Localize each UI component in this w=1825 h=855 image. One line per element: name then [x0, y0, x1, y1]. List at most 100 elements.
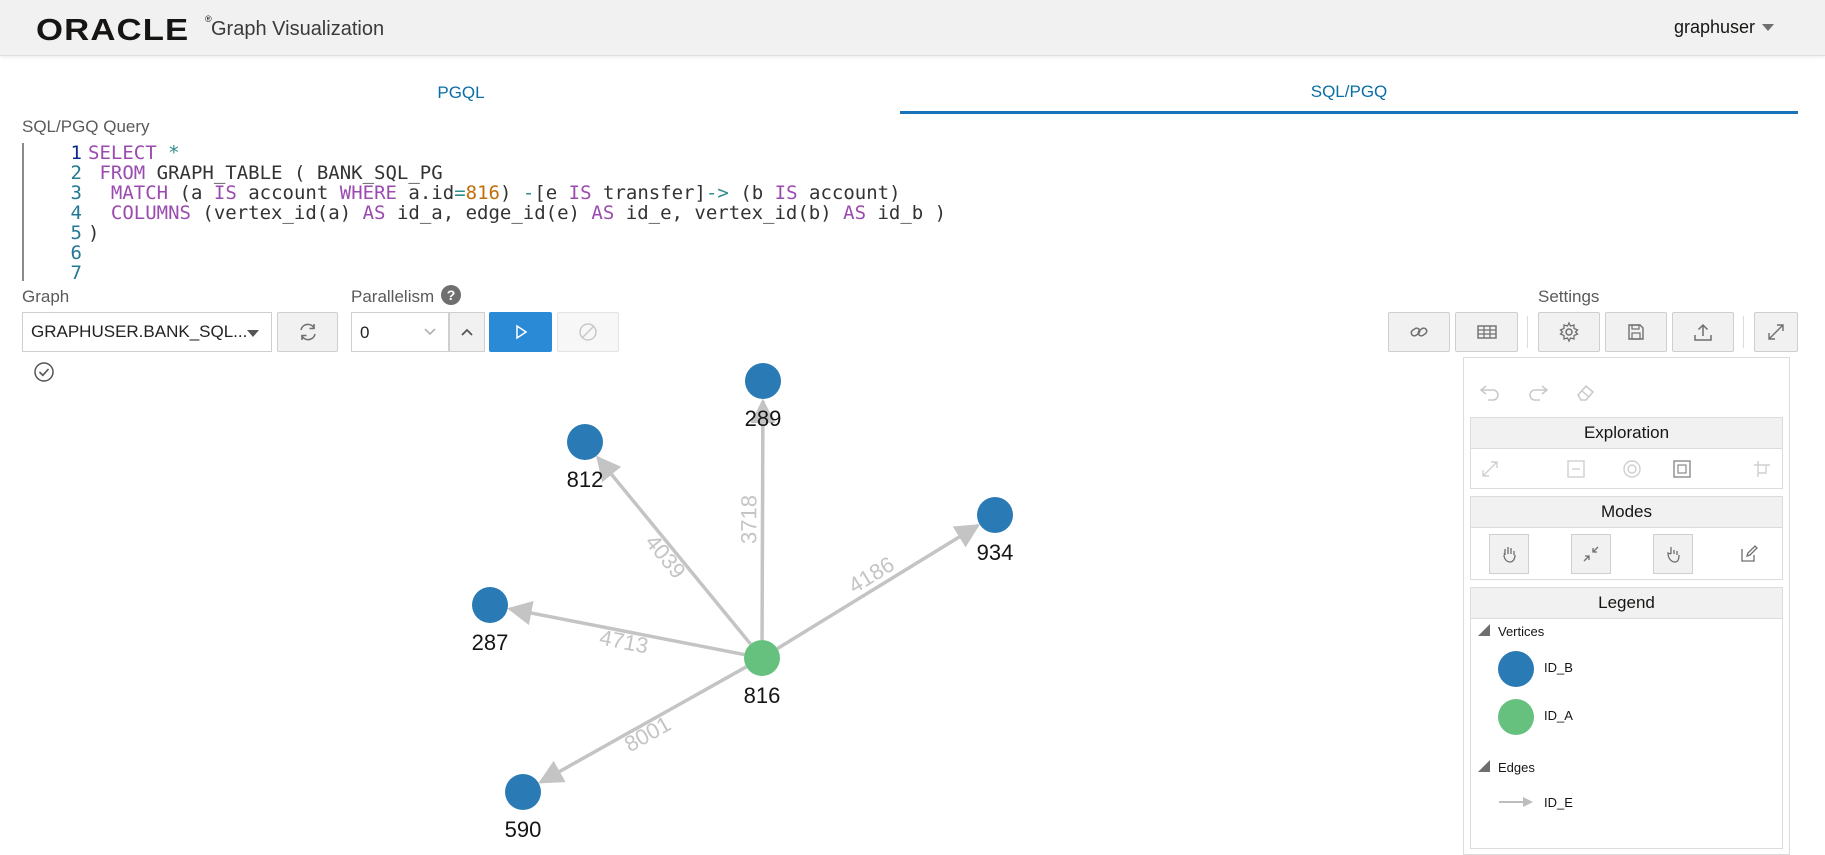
upload-icon — [1694, 323, 1712, 341]
shrink-icon — [1583, 546, 1599, 562]
edge-label: 4713 — [598, 625, 651, 659]
legend-id-e: ID_E — [1544, 795, 1573, 810]
line-number: 1 — [70, 142, 82, 164]
fullscreen-button[interactable] — [1754, 312, 1798, 352]
vertex-label: 287 — [472, 630, 509, 655]
toolbar-divider — [1743, 316, 1744, 348]
refresh-icon — [299, 323, 316, 341]
app-title: Graph Visualization — [211, 18, 385, 40]
line-number: 6 — [70, 242, 82, 264]
settings-button[interactable] — [1538, 312, 1600, 352]
play-icon — [515, 324, 527, 340]
line-number: 5 — [70, 222, 82, 244]
toolbar-divider — [1527, 316, 1528, 348]
save-button[interactable] — [1605, 312, 1667, 352]
legend-vertex-a-swatch — [1498, 699, 1534, 735]
chevron-down-icon[interactable] — [1762, 24, 1774, 31]
pan-mode-button[interactable] — [1489, 534, 1529, 574]
table-icon — [1476, 325, 1497, 339]
graph-edge[interactable] — [776, 523, 981, 651]
exploration-header[interactable]: Exploration — [1470, 417, 1783, 449]
expand-icon — [1768, 324, 1784, 340]
run-button[interactable] — [489, 312, 552, 352]
cancel-icon — [579, 323, 597, 341]
graph-edge[interactable] — [750, 398, 776, 641]
help-icon[interactable]: ? — [441, 285, 461, 305]
vertex-label: 812 — [567, 467, 604, 492]
collapse-triangle-icon[interactable] — [1478, 760, 1490, 772]
cancel-button[interactable] — [557, 312, 619, 352]
edge-label: 4039 — [640, 530, 690, 584]
redo-icon[interactable] — [1526, 382, 1550, 402]
user-menu[interactable]: graphuser — [1674, 17, 1755, 38]
undo-icon[interactable] — [1478, 382, 1502, 402]
refresh-button[interactable] — [277, 312, 338, 352]
graph-vertex[interactable] — [977, 497, 1013, 533]
chevron-down-icon — [424, 328, 436, 336]
vertex-label: 590 — [505, 817, 542, 842]
save-icon — [1628, 324, 1644, 340]
graph-vertex[interactable] — [505, 774, 541, 810]
vertex-label: 289 — [745, 406, 782, 431]
oracle-logo: ORACLE — [36, 12, 190, 47]
focus-icon[interactable] — [1621, 458, 1643, 480]
line-number: 3 — [70, 182, 82, 204]
tab-pgql[interactable]: PGQL — [22, 72, 900, 114]
settings-label: Settings — [1538, 287, 1600, 306]
graph-vertex[interactable] — [472, 587, 508, 623]
edge-label: 3718 — [736, 495, 761, 544]
app-header: ORACLE ® Graph Visualization graphuser — [0, 0, 1825, 56]
legend-body: Vertices ID_B ID_A Edges ID_E — [1470, 619, 1783, 849]
vertex-label: 934 — [977, 540, 1014, 565]
query-editor[interactable]: 1 SELECT * 2 FROM GRAPH_TABLE ( BANK_SQL_… — [22, 142, 1798, 284]
side-panel: Exploration Modes Legend Vertices ID_B I… — [1463, 357, 1790, 855]
eraser-icon[interactable] — [1574, 382, 1598, 402]
legend-id-b: ID_B — [1544, 660, 1573, 675]
parallelism-input[interactable]: 0 — [351, 312, 413, 352]
decrement-button[interactable] — [412, 312, 449, 352]
legend-id-a: ID_A — [1544, 708, 1573, 723]
edge-label: 8001 — [620, 711, 675, 757]
collapse-icon[interactable] — [1565, 458, 1587, 480]
group-icon[interactable] — [1671, 458, 1693, 480]
graph-vertex[interactable] — [567, 424, 603, 460]
ungroup-icon[interactable] — [1751, 458, 1773, 480]
modes-header[interactable]: Modes — [1470, 496, 1783, 528]
legend-vertices-label: Vertices — [1498, 624, 1545, 639]
gear-icon — [1559, 321, 1579, 343]
graph-svg[interactable]: 37184039 418647138001 289812934287590816 — [0, 355, 1460, 855]
legend-edge-swatch — [1499, 797, 1533, 807]
legend-edges-label: Edges — [1498, 760, 1535, 775]
chevron-down-icon — [247, 330, 259, 337]
tab-sql-pgq[interactable]: SQL/PGQ — [900, 72, 1798, 114]
link-button[interactable] — [1388, 312, 1450, 352]
graph-vertex[interactable] — [745, 363, 781, 399]
graph-select[interactable]: GRAPHUSER.BANK_SQL... — [22, 312, 272, 352]
modes-tools — [1470, 528, 1783, 580]
parallelism-label: Parallelism — [351, 287, 435, 306]
exploration-tools — [1470, 449, 1783, 489]
line-number: 7 — [70, 262, 82, 284]
select-mode-button[interactable] — [1653, 534, 1693, 574]
graph-label: Graph — [22, 287, 70, 306]
legend-vertex-b-swatch — [1498, 651, 1534, 687]
graph-canvas[interactable]: 3718 4039 4186 4713 8001 289 812 934 287 590 816 — [0, 355, 1460, 855]
shrink-mode-button[interactable] — [1571, 534, 1611, 574]
line-number: 4 — [70, 202, 82, 224]
pointer-hand-icon — [1667, 547, 1680, 563]
edit-icon[interactable] — [1739, 544, 1759, 564]
link-icon — [1410, 327, 1428, 337]
vertex-label: 816 — [744, 683, 781, 708]
collapse-triangle-icon[interactable] — [1478, 624, 1490, 636]
export-button[interactable] — [1672, 312, 1734, 352]
line-number: 2 — [70, 162, 82, 184]
chevron-up-icon — [461, 328, 473, 336]
hand-icon — [1503, 547, 1516, 563]
query-label: SQL/PGQ Query — [22, 117, 150, 136]
legend-header[interactable]: Legend — [1470, 587, 1783, 619]
expand-icon[interactable] — [1479, 458, 1501, 480]
graph-vertex[interactable] — [744, 640, 780, 676]
increment-button[interactable] — [449, 312, 485, 352]
graph-select-value: GRAPHUSER.BANK_SQL... — [31, 322, 248, 341]
table-view-button[interactable] — [1455, 312, 1518, 352]
